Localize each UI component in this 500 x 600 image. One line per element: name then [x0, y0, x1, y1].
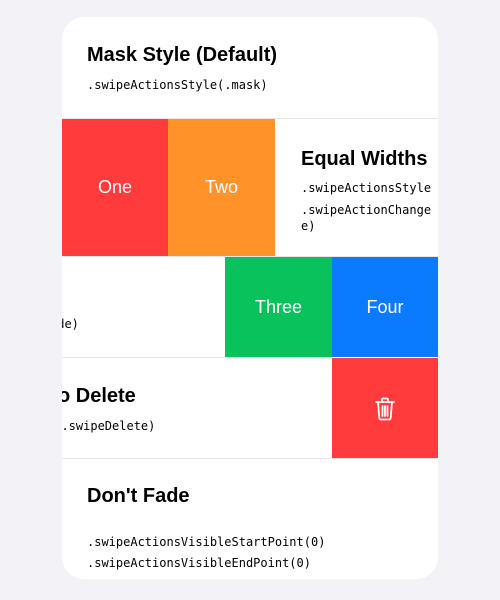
row-title: o Delete — [62, 385, 136, 407]
row-dont-fade[interactable]: Don't Fade .swipeActionsVisibleStartPoin… — [62, 459, 438, 579]
trash-icon — [375, 397, 395, 421]
delete-action[interactable] — [332, 358, 438, 459]
swipe-action-label: Three — [254, 296, 303, 317]
swipe-action-four[interactable]: Four — [332, 257, 438, 357]
row-code-line: .swipeActionsStyle(.mask) — [87, 78, 268, 92]
swipe-action-label: Two — [204, 177, 238, 197]
row-code-line: ade) — [62, 317, 79, 331]
row-title: Mask Style (Default) — [87, 44, 278, 66]
row-mask-style[interactable]: Mask Style (Default) .swipeActionsStyle(… — [62, 17, 438, 118]
row-code-line: .swipeActionChange — [301, 203, 432, 217]
swipe-action-one[interactable]: One — [62, 119, 168, 256]
row-code-line: n(.swipeDelete) — [62, 419, 156, 433]
row-code-line: .swipeActionsStyle — [301, 181, 432, 195]
row-code-line: e) — [301, 219, 316, 233]
swipe-action-two[interactable]: Two — [168, 119, 275, 256]
row-trailing-actions[interactable]: ade) Three Four — [62, 257, 438, 357]
swipe-action-label: One — [97, 177, 133, 197]
row-title: Don't Fade — [87, 485, 190, 507]
row-swipe-to-delete[interactable]: o Delete n(.swipeDelete) — [62, 358, 438, 459]
swipe-action-three[interactable]: Three — [225, 257, 332, 357]
row-title: Equal Widths — [301, 148, 428, 170]
swipe-action-label: Four — [366, 296, 404, 317]
row-equal-widths[interactable]: One Two Equal Widths .swipeActionsStyle … — [62, 119, 438, 256]
row-code-line: .swipeActionsVisibleEndPoint(0) — [87, 556, 311, 570]
row-code-line: .swipeActionsVisibleStartPoint(0) — [87, 535, 326, 549]
swipe-actions-list: Mask Style (Default) .swipeActionsStyle(… — [62, 17, 438, 579]
